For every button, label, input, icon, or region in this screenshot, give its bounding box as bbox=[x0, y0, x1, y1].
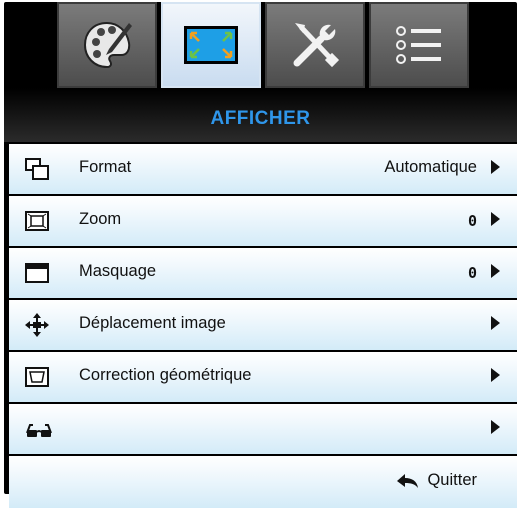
return-icon bbox=[397, 473, 419, 488]
menu-item-value: Automatique bbox=[384, 158, 477, 176]
zoom-icon bbox=[25, 211, 49, 231]
menu-item-geometric-correction[interactable]: Correction géométrique bbox=[9, 352, 517, 402]
display-menu: Format Automatique Zoom 0 Masquage 0 Dép… bbox=[9, 144, 517, 508]
chevron-right-icon bbox=[491, 316, 500, 330]
tab-bar bbox=[57, 2, 469, 90]
menu-item-label: Masquage bbox=[79, 262, 157, 280]
3d-glasses-icon bbox=[26, 424, 52, 437]
chevron-right-icon bbox=[491, 160, 500, 174]
menu-item-format[interactable]: Format Automatique bbox=[9, 144, 517, 194]
tab-settings[interactable] bbox=[265, 2, 365, 88]
tools-icon bbox=[293, 23, 340, 68]
menu-item-label: Format bbox=[79, 158, 132, 176]
menu-item-image-shift[interactable]: Déplacement image bbox=[9, 300, 517, 350]
menu-item-value: 0 bbox=[467, 264, 477, 282]
palette-icon bbox=[83, 21, 132, 69]
page-title: AFFICHER bbox=[210, 108, 311, 129]
menu-item-zoom[interactable]: Zoom 0 bbox=[9, 196, 517, 246]
tab-display[interactable] bbox=[161, 2, 261, 88]
menu-item-3d[interactable] bbox=[9, 404, 517, 454]
format-icon bbox=[25, 158, 49, 180]
menu-item-label: Correction géométrique bbox=[79, 366, 252, 384]
keystone-icon bbox=[25, 367, 49, 387]
tab-image[interactable] bbox=[57, 2, 157, 88]
quit-label: Quitter bbox=[427, 471, 477, 489]
chevron-right-icon bbox=[491, 264, 500, 278]
menu-item-label: Zoom bbox=[79, 210, 122, 228]
chevron-right-icon bbox=[491, 368, 500, 382]
quit-button[interactable]: Quitter bbox=[397, 471, 477, 490]
chevron-right-icon bbox=[491, 420, 500, 434]
move-icon bbox=[25, 313, 49, 337]
tab-options[interactable] bbox=[369, 2, 469, 88]
list-icon bbox=[396, 26, 441, 64]
menu-item-value: 0 bbox=[467, 212, 477, 230]
menu-item-label: Déplacement image bbox=[79, 314, 226, 332]
menu-item-masquage[interactable]: Masquage 0 bbox=[9, 248, 517, 298]
footer-bar: Quitter bbox=[9, 456, 517, 508]
mask-icon bbox=[25, 263, 49, 283]
chevron-right-icon bbox=[491, 212, 500, 226]
screen-icon bbox=[184, 26, 238, 64]
